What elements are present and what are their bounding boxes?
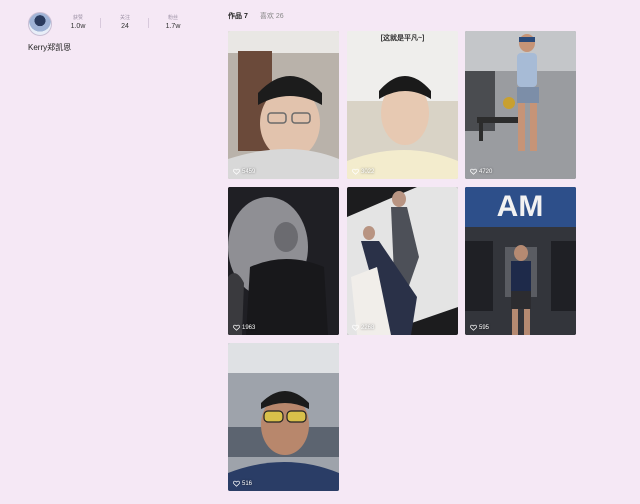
stat-divider	[148, 18, 149, 28]
stat-following-label: 关注	[119, 15, 130, 21]
post-image	[228, 343, 339, 491]
like-count-value: 2268	[361, 324, 375, 331]
stat-following[interactable]: 关注 24	[105, 15, 145, 32]
like-count-value: 1963	[242, 324, 256, 331]
post-image	[347, 187, 458, 335]
post-image	[228, 31, 339, 179]
stat-followers[interactable]: 粉丝 1.7w	[153, 15, 193, 32]
post-image: AM	[465, 187, 576, 335]
stat-likes[interactable]: 获赞 1.0w	[58, 15, 98, 32]
heart-icon	[233, 324, 240, 331]
heart-icon	[233, 480, 240, 487]
tab-likes-label: 喜欢	[259, 13, 274, 20]
like-count: 5459	[233, 168, 255, 175]
heart-icon	[233, 168, 240, 175]
post-image	[347, 31, 458, 179]
like-count: 595	[470, 324, 489, 331]
tab-likes[interactable]: 喜欢 26	[260, 11, 284, 21]
stat-likes-label: 获赞	[72, 15, 83, 21]
like-count-value: 3022	[361, 168, 375, 175]
svg-text:AM: AM	[497, 190, 544, 223]
like-count-value: 4720	[479, 168, 493, 175]
post-image	[228, 187, 339, 335]
like-count: 3022	[352, 168, 374, 175]
post-thumbnail[interactable]: AM 595	[465, 187, 576, 335]
stat-likes-value: 1.0w	[70, 23, 86, 30]
like-count-value: 516	[242, 480, 253, 487]
stat-divider	[100, 18, 101, 28]
content-tabs: 作品 7 喜欢 26	[228, 11, 294, 21]
tab-works-label: 作品	[228, 13, 242, 20]
post-thumbnail[interactable]: 2268	[347, 187, 458, 335]
like-count: 1963	[233, 324, 255, 331]
like-count-value: 595	[479, 324, 490, 331]
tab-works-count: 7	[244, 13, 248, 20]
post-thumbnail[interactable]: 5459	[228, 31, 339, 179]
avatar[interactable]	[28, 12, 52, 36]
like-count-value: 5459	[242, 168, 256, 175]
heart-icon	[470, 324, 477, 331]
stat-followers-value: 1.7w	[165, 23, 181, 30]
post-thumbnail[interactable]: 516	[228, 343, 339, 491]
post-caption: [这就是平凡~]	[380, 35, 425, 42]
heart-icon	[470, 168, 477, 175]
heart-icon	[352, 324, 359, 331]
post-thumbnail[interactable]: 4720	[465, 31, 576, 179]
tab-works[interactable]: 作品 7	[228, 11, 248, 21]
username: Kerry郑凯恩	[28, 43, 72, 52]
tab-likes-count: 26	[275, 13, 284, 20]
heart-icon	[352, 168, 359, 175]
stat-following-value: 24	[121, 23, 129, 30]
like-count: 2268	[352, 324, 374, 331]
like-count: 516	[233, 480, 252, 487]
like-count: 4720	[470, 168, 492, 175]
stat-followers-label: 粉丝	[167, 15, 178, 21]
post-thumbnail[interactable]: 1963	[228, 187, 339, 335]
post-thumbnail[interactable]: [这就是平凡~] 3022	[347, 31, 458, 179]
post-image	[465, 31, 576, 179]
